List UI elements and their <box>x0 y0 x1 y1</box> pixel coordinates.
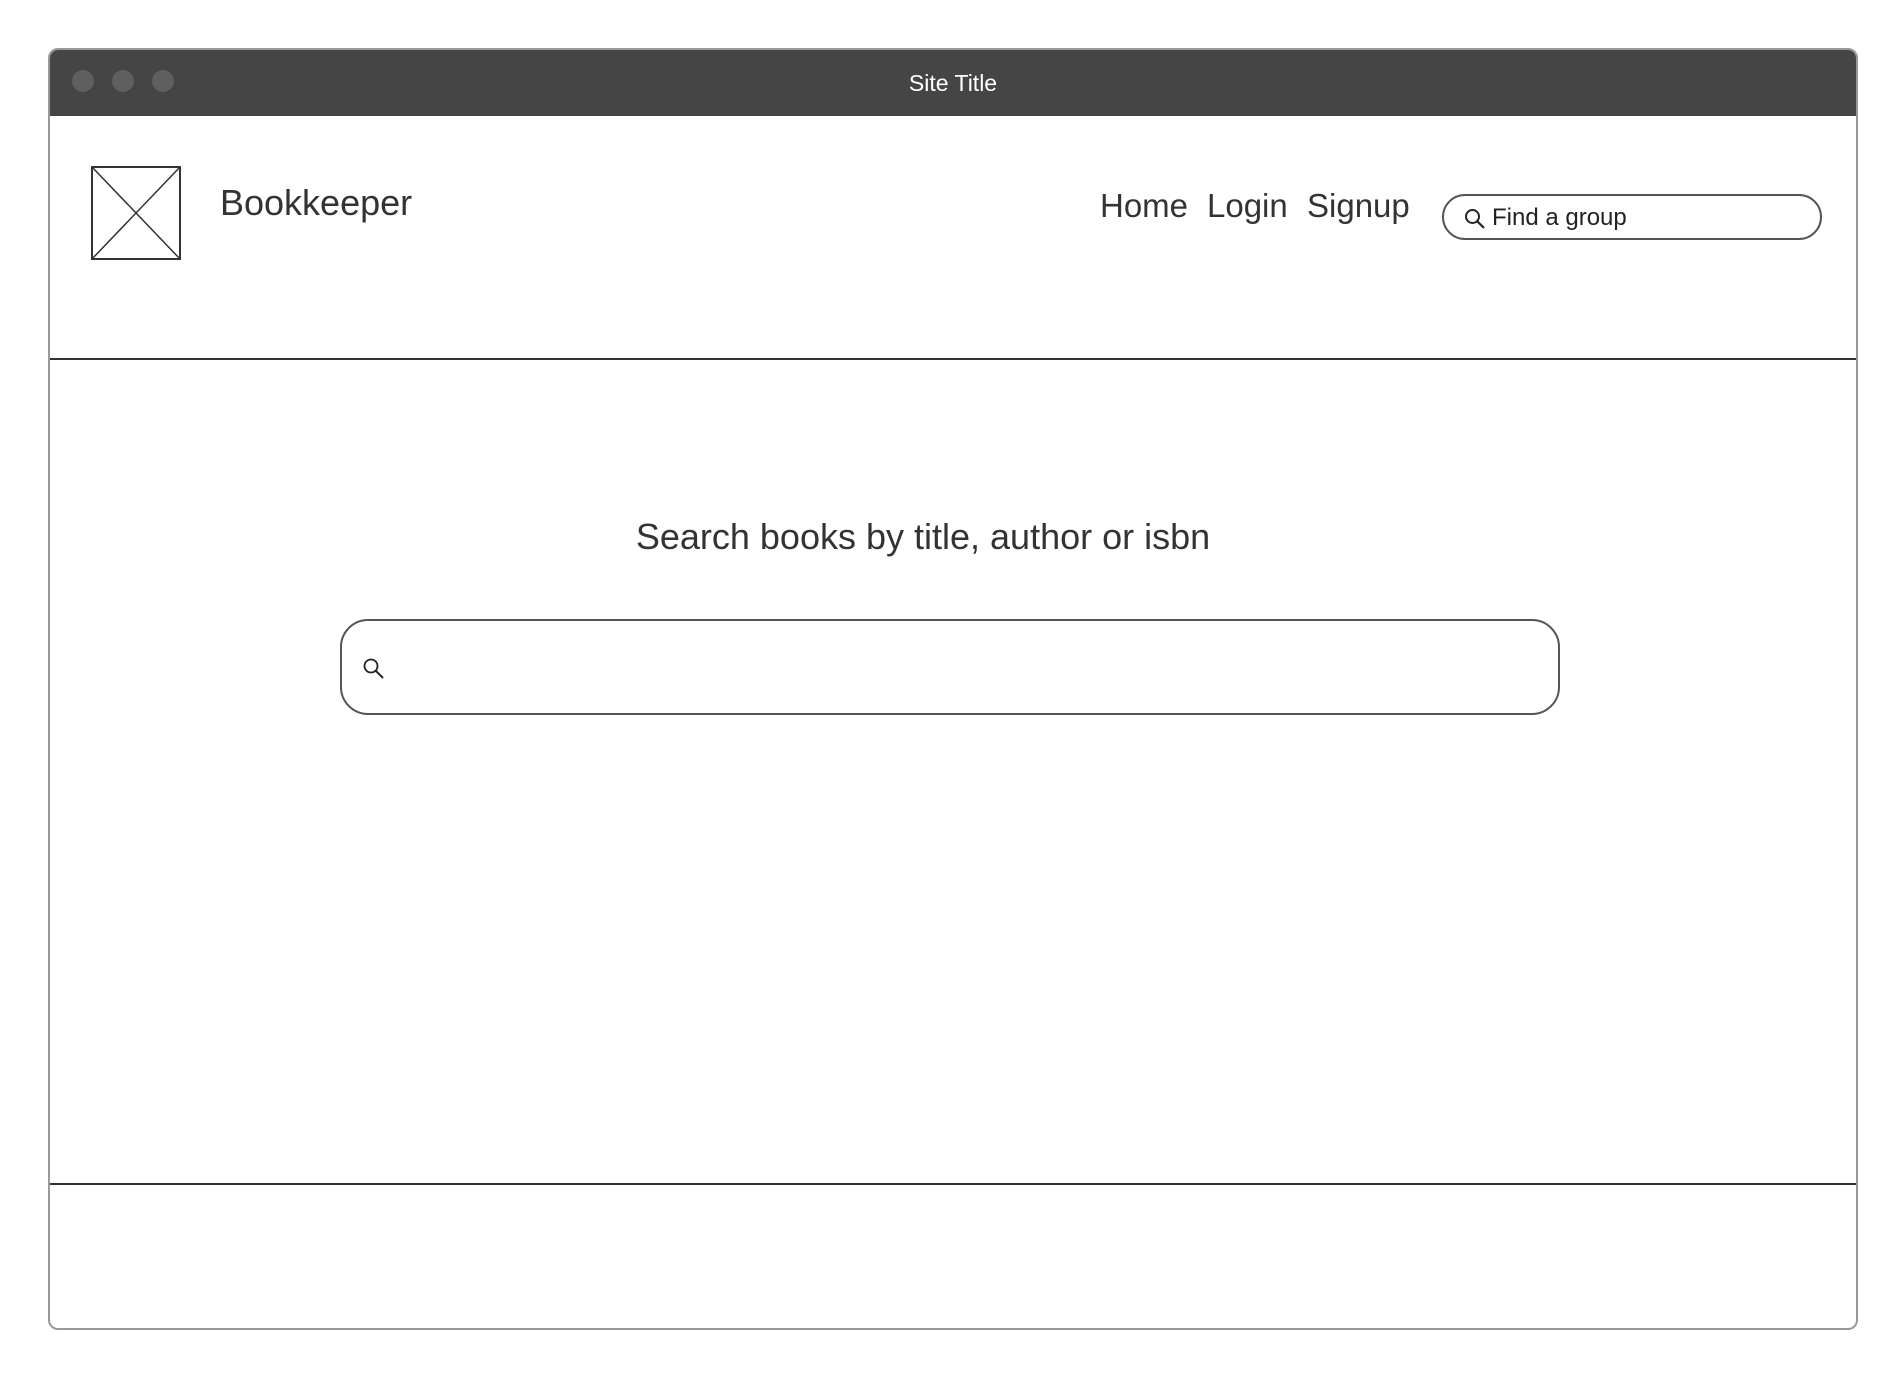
site-footer <box>50 1183 1856 1328</box>
group-search-input[interactable]: Find a group <box>1442 194 1822 240</box>
nav-home-link[interactable]: Home <box>1100 187 1188 225</box>
window-title: Site Title <box>908 70 998 96</box>
group-search-placeholder: Find a group <box>1492 204 1627 231</box>
browser-window: Site Title Bookkeeper Home Login Signup … <box>48 48 1858 1330</box>
search-icon <box>1465 209 1485 229</box>
site-header: Bookkeeper Home Login Signup Find a grou… <box>50 116 1856 360</box>
book-search-input[interactable] <box>340 619 1560 715</box>
search-icon <box>363 658 384 679</box>
logo-placeholder-icon <box>91 166 181 260</box>
nav-login-link[interactable]: Login <box>1207 187 1288 225</box>
nav-signup-link[interactable]: Signup <box>1307 187 1410 225</box>
site-brand[interactable]: Bookkeeper <box>220 182 412 224</box>
title-bar: Site Title <box>50 50 1856 116</box>
search-heading: Search books by title, author or isbn <box>635 516 1211 557</box>
